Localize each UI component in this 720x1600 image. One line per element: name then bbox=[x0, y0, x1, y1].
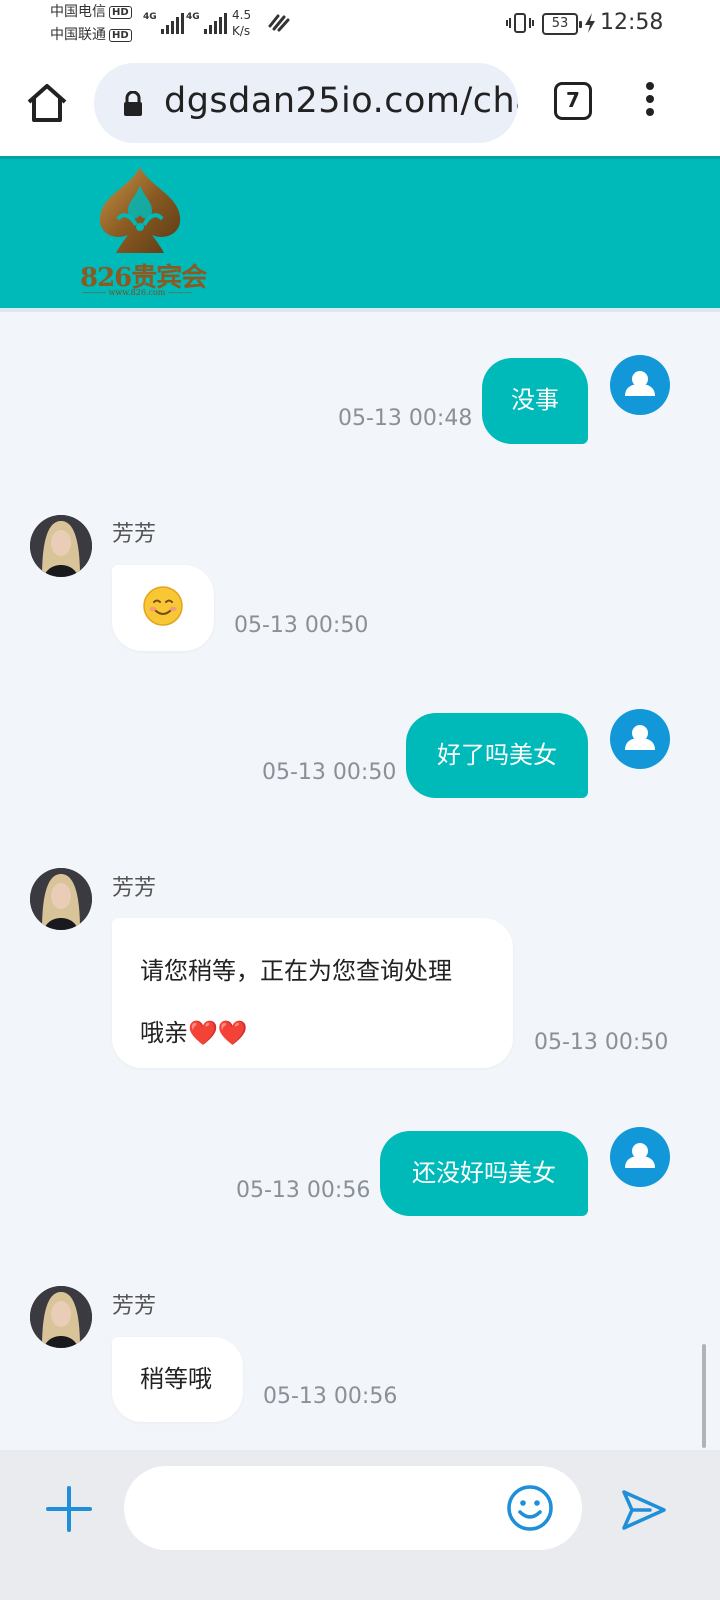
agent-avatar bbox=[30, 868, 92, 930]
message-text-line: 哦亲❤️❤️ bbox=[140, 1019, 248, 1047]
status-bar: 中国电信 HD 中国联通 HD 4G 4G 4.5 K/s 53 12:58 bbox=[0, 0, 720, 52]
message-bubble[interactable]: 好了吗美女 bbox=[406, 713, 588, 798]
agent-avatar bbox=[30, 1286, 92, 1348]
user-avatar bbox=[610, 1127, 670, 1187]
signal-icon-1: 4G bbox=[143, 12, 184, 34]
address-bar[interactable]: dgsdan25io.com/cha bbox=[94, 63, 518, 143]
home-icon[interactable] bbox=[24, 80, 70, 126]
message-time: 05-13 00:48 bbox=[338, 406, 473, 431]
message-composer bbox=[0, 1450, 720, 1600]
hotspot-icon bbox=[268, 14, 290, 32]
site-header: 826贵宾会 ——— www.826.com ——— bbox=[0, 156, 720, 308]
battery-icon: 53 bbox=[542, 13, 582, 35]
message-bubble[interactable]: 还没好吗美女 bbox=[380, 1131, 588, 1216]
logo-subtext: ——— www.826.com ——— bbox=[82, 288, 192, 297]
browser-toolbar: dgsdan25io.com/cha 7 bbox=[0, 52, 720, 156]
agent-name: 芳芳 bbox=[112, 876, 157, 901]
message-bubble[interactable] bbox=[112, 565, 214, 651]
user-avatar bbox=[610, 355, 670, 415]
url-text[interactable]: dgsdan25io.com/cha bbox=[164, 81, 518, 121]
chat-messages[interactable]: 没事 05-13 00:48 芳芳 05-13 00:50 好了吗美女 05-1… bbox=[0, 312, 720, 1450]
message-time: 05-13 00:56 bbox=[263, 1384, 398, 1409]
user-icon bbox=[625, 725, 655, 750]
agent-name: 芳芳 bbox=[112, 1294, 157, 1319]
lock-icon bbox=[124, 91, 142, 116]
plus-icon[interactable] bbox=[46, 1486, 92, 1532]
scrollbar[interactable] bbox=[702, 1344, 706, 1448]
carrier-1: 中国电信 HD bbox=[50, 3, 132, 21]
site-logo[interactable]: 826贵宾会 ——— www.826.com ——— bbox=[78, 161, 208, 306]
clock: 12:58 bbox=[600, 10, 664, 35]
message-bubble[interactable]: 请您稍等，正在为您查询处理 哦亲❤️❤️ bbox=[112, 918, 513, 1068]
charging-icon bbox=[585, 13, 595, 33]
user-avatar bbox=[610, 709, 670, 769]
message-bubble[interactable]: 没事 bbox=[482, 358, 588, 444]
spade-logo-icon bbox=[99, 167, 181, 253]
carrier-2: 中国联通 HD bbox=[50, 26, 132, 44]
message-time: 05-13 00:50 bbox=[262, 760, 397, 785]
user-icon bbox=[625, 1143, 655, 1168]
smiling-face-emoji-icon bbox=[143, 586, 183, 626]
agent-photo bbox=[30, 868, 92, 930]
message-text-line: 请您稍等，正在为您查询处理 bbox=[140, 957, 452, 985]
user-icon bbox=[625, 371, 655, 396]
message-bubble[interactable]: 稍等哦 bbox=[112, 1337, 243, 1422]
overflow-menu-icon[interactable] bbox=[638, 82, 662, 124]
message-time: 05-13 00:50 bbox=[234, 613, 369, 638]
agent-avatar bbox=[30, 515, 92, 577]
message-time: 05-13 00:50 bbox=[534, 1030, 669, 1055]
agent-photo bbox=[30, 515, 92, 577]
heart-emoji: ❤️❤️ bbox=[188, 1019, 248, 1047]
message-time: 05-13 00:56 bbox=[236, 1178, 371, 1203]
tab-switcher-button[interactable]: 7 bbox=[554, 82, 592, 120]
signal-icon-2: 4G bbox=[186, 12, 227, 34]
vibrate-icon bbox=[506, 13, 534, 33]
send-icon[interactable] bbox=[620, 1486, 668, 1534]
agent-name: 芳芳 bbox=[112, 522, 157, 547]
network-speed: 4.5 K/s bbox=[232, 8, 252, 38]
agent-photo bbox=[30, 1286, 92, 1348]
emoji-icon[interactable] bbox=[506, 1484, 554, 1532]
